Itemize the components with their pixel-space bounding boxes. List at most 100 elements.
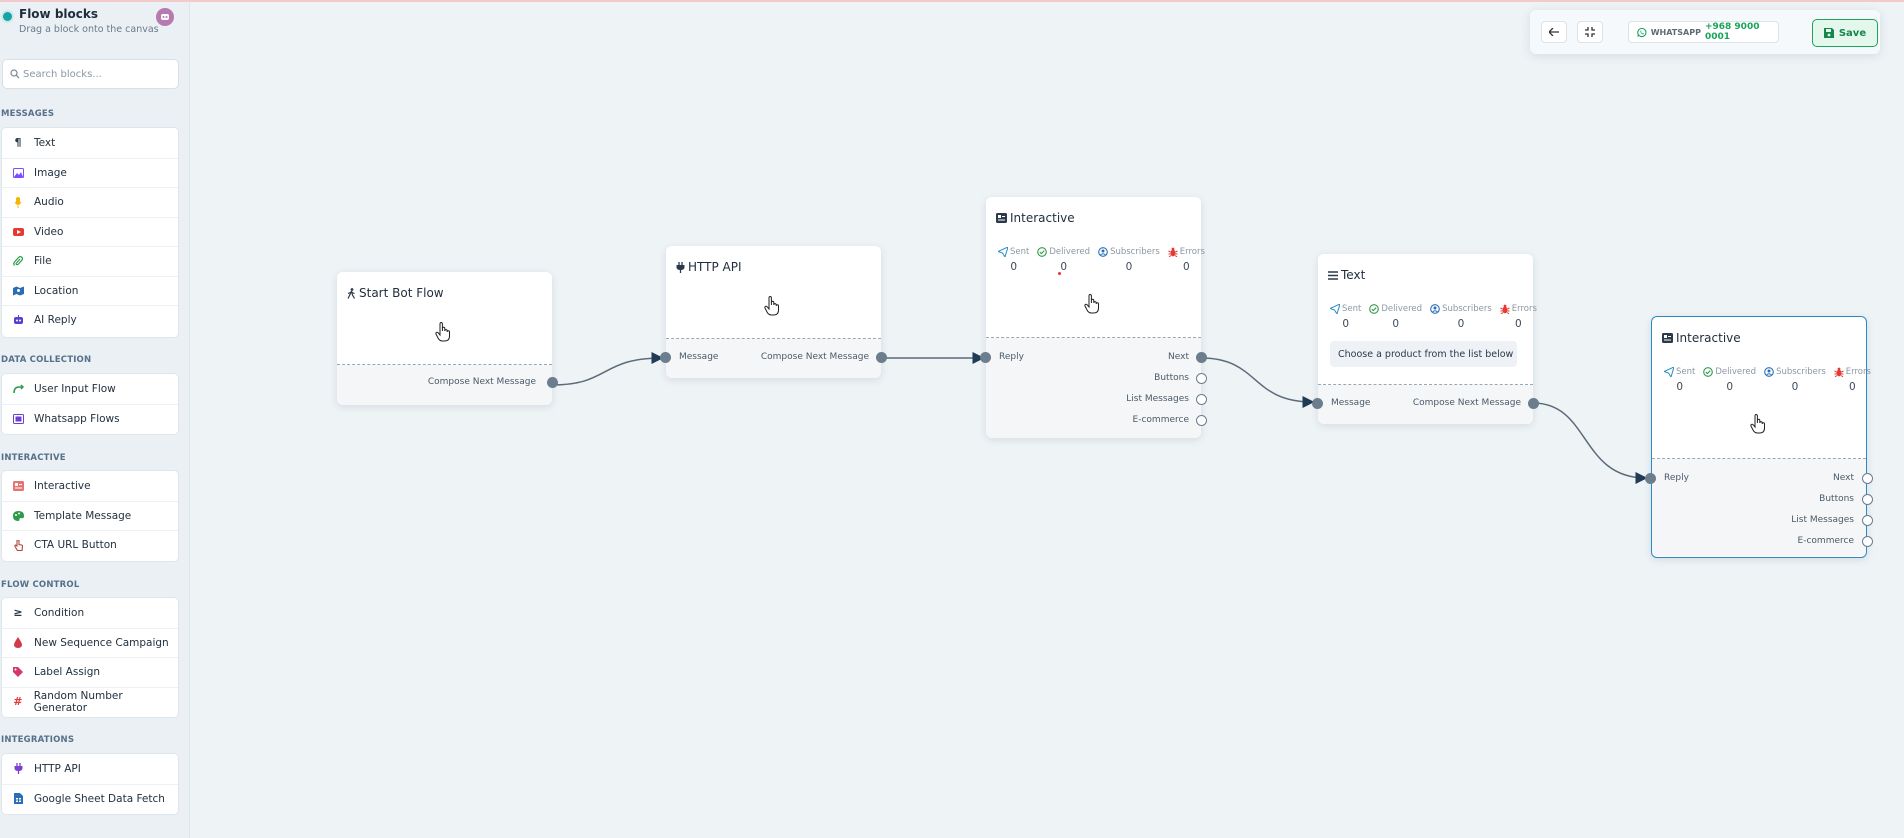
search-box[interactable] [2, 59, 179, 89]
stat-sent: Sent 0 [998, 247, 1029, 273]
block-item-text[interactable]: ¶ Text [2, 128, 178, 158]
paper-plane-icon [1664, 367, 1674, 377]
node-title: Interactive [996, 211, 1075, 225]
stats-row: Sent 0 Delivered 0 Subscribers 0 Errors 0 [1330, 304, 1537, 330]
block-item-file[interactable]: File [2, 246, 178, 276]
interactive-icon [2, 480, 34, 491]
node-title: Start Bot Flow [347, 286, 444, 300]
input-port[interactable] [1645, 473, 1656, 484]
section-label-data-collection: DATA COLLECTION [1, 355, 92, 365]
blocks-sidebar: Flow blocks Drag a block onto the canvas… [0, 0, 190, 838]
block-item-audio[interactable]: Audio [2, 187, 178, 217]
block-item-user-input-flow[interactable]: User Input Flow [2, 374, 178, 404]
sidebar-header: Flow blocks Drag a block onto the canvas [0, 6, 190, 38]
output-port-list-messages[interactable] [1862, 515, 1873, 526]
block-item-random-number-generator[interactable]: # Random Number Generator [2, 686, 178, 717]
node-text[interactable]: Text Sent 0 Delivered 0 Subscribers 0 Error… [1312, 254, 1539, 424]
drag-hand-icon[interactable] [1750, 414, 1766, 434]
block-item-video[interactable]: Video [2, 216, 178, 247]
drag-hand-icon[interactable] [764, 296, 780, 316]
walking-person-icon [347, 287, 356, 299]
node-header: Start Bot Flow [337, 272, 552, 365]
output-port-ecommerce[interactable] [1862, 536, 1873, 547]
block-item-http-api[interactable]: HTTP API [2, 754, 178, 784]
node-footer: Message Compose Next Message [1312, 385, 1539, 424]
stat-delivered: Delivered 0 [1369, 304, 1422, 330]
node-footer: Compose Next Message [337, 365, 558, 405]
output-port[interactable] [876, 352, 887, 363]
output-port-next[interactable] [1862, 473, 1873, 484]
input-label: Reply [999, 352, 1024, 362]
data-collection-group: User Input Flow Whatsapp Flows [1, 373, 179, 435]
status-dot-icon [3, 12, 12, 21]
block-item-whatsapp-flows[interactable]: Whatsapp Flows [2, 403, 178, 434]
input-label: Reply [1664, 473, 1689, 483]
check-circle-icon [1703, 367, 1714, 377]
block-item-label-assign[interactable]: Label Assign [2, 657, 178, 687]
output-label-buttons: Buttons [1154, 373, 1189, 383]
flow-control-group: ≥ Condition New Sequence Campaign Label A… [1, 597, 179, 718]
interactive-icon [996, 213, 1007, 223]
fit-view-button[interactable] [1577, 21, 1603, 43]
bot-avatar-icon[interactable] [156, 8, 174, 26]
plug-icon [676, 261, 685, 273]
bug-icon [1500, 304, 1510, 314]
block-item-ai-reply[interactable]: AI Reply [2, 305, 178, 335]
node-footer: Message Compose Next Message [660, 339, 887, 378]
output-port-next[interactable] [1196, 352, 1207, 363]
microphone-icon [2, 196, 34, 208]
search-input[interactable] [23, 60, 173, 88]
block-item-location[interactable]: Location [2, 275, 178, 306]
output-port-buttons[interactable] [1862, 494, 1873, 505]
input-port[interactable] [1312, 398, 1323, 409]
stat-subscribers: Subscribers 0 [1430, 304, 1492, 330]
node-http-api[interactable]: HTTP API Message Compose Next Message [660, 246, 887, 378]
output-port[interactable] [1528, 398, 1539, 409]
output-port-ecommerce[interactable] [1196, 415, 1207, 426]
input-label: Message [1331, 398, 1371, 408]
node-interactive-2[interactable]: Interactive Sent 0 Delivered 0 Subscribers… [1645, 316, 1873, 558]
block-item-interactive[interactable]: Interactive [2, 471, 178, 501]
stat-delivered: Delivered 0 [1037, 247, 1090, 273]
node-interactive-1[interactable]: Interactive Sent 0 Delivered 0 Subscribers… [980, 197, 1207, 438]
bug-icon [1834, 367, 1844, 377]
output-port-list-messages[interactable] [1196, 394, 1207, 405]
block-item-cta-url-button[interactable]: CTA URL Button [2, 530, 178, 560]
section-label-flow-control: FLOW CONTROL [1, 580, 80, 590]
red-indicator-dot [1058, 272, 1061, 275]
sidebar-title: Flow blocks [19, 7, 99, 21]
robot-icon [2, 315, 34, 325]
node-footer: Reply Next Buttons List Messages E-comme… [980, 338, 1207, 438]
output-label-next: Next [1833, 473, 1854, 483]
greater-equal-icon: ≥ [13, 606, 23, 620]
search-icon [10, 69, 20, 79]
node-header: HTTP API [666, 246, 881, 339]
channel-badge[interactable]: WHATSAPP +968 9000 0001 [1628, 21, 1779, 43]
block-item-google-sheet-data-fetch[interactable]: Google Sheet Data Fetch [2, 783, 178, 814]
input-label: Message [679, 352, 719, 362]
stat-subscribers: Subscribers 0 [1098, 247, 1160, 273]
drag-hand-icon[interactable] [1084, 294, 1100, 314]
messages-group: ¶ Text Image Audio Video File Location AI… [1, 127, 179, 338]
save-button[interactable]: Save [1812, 19, 1878, 47]
node-start-bot-flow[interactable]: Start Bot Flow Compose Next Message [337, 272, 558, 405]
input-port[interactable] [980, 352, 991, 363]
block-item-image[interactable]: Image [2, 157, 178, 188]
output-port[interactable] [547, 377, 558, 388]
bug-icon [1168, 247, 1178, 257]
stat-sent: Sent 0 [1664, 367, 1695, 393]
compress-icon [1585, 27, 1595, 37]
drag-hand-icon[interactable] [435, 322, 451, 342]
block-item-template-message[interactable]: Template Message [2, 500, 178, 531]
stat-errors: Errors 0 [1168, 247, 1205, 273]
block-item-new-sequence-campaign[interactable]: New Sequence Campaign [2, 627, 178, 658]
node-header: Interactive Sent 0 Delivered 0 Subscribers… [1652, 317, 1871, 459]
section-label-interactive: INTERACTIVE [1, 453, 66, 463]
back-button[interactable] [1541, 21, 1567, 43]
output-port-buttons[interactable] [1196, 373, 1207, 384]
block-item-condition[interactable]: ≥ Condition [2, 598, 178, 628]
output-label-next: Next [1168, 352, 1189, 362]
save-label: Save [1838, 27, 1867, 39]
stat-errors: Errors 0 [1834, 367, 1871, 393]
input-port[interactable] [660, 352, 671, 363]
